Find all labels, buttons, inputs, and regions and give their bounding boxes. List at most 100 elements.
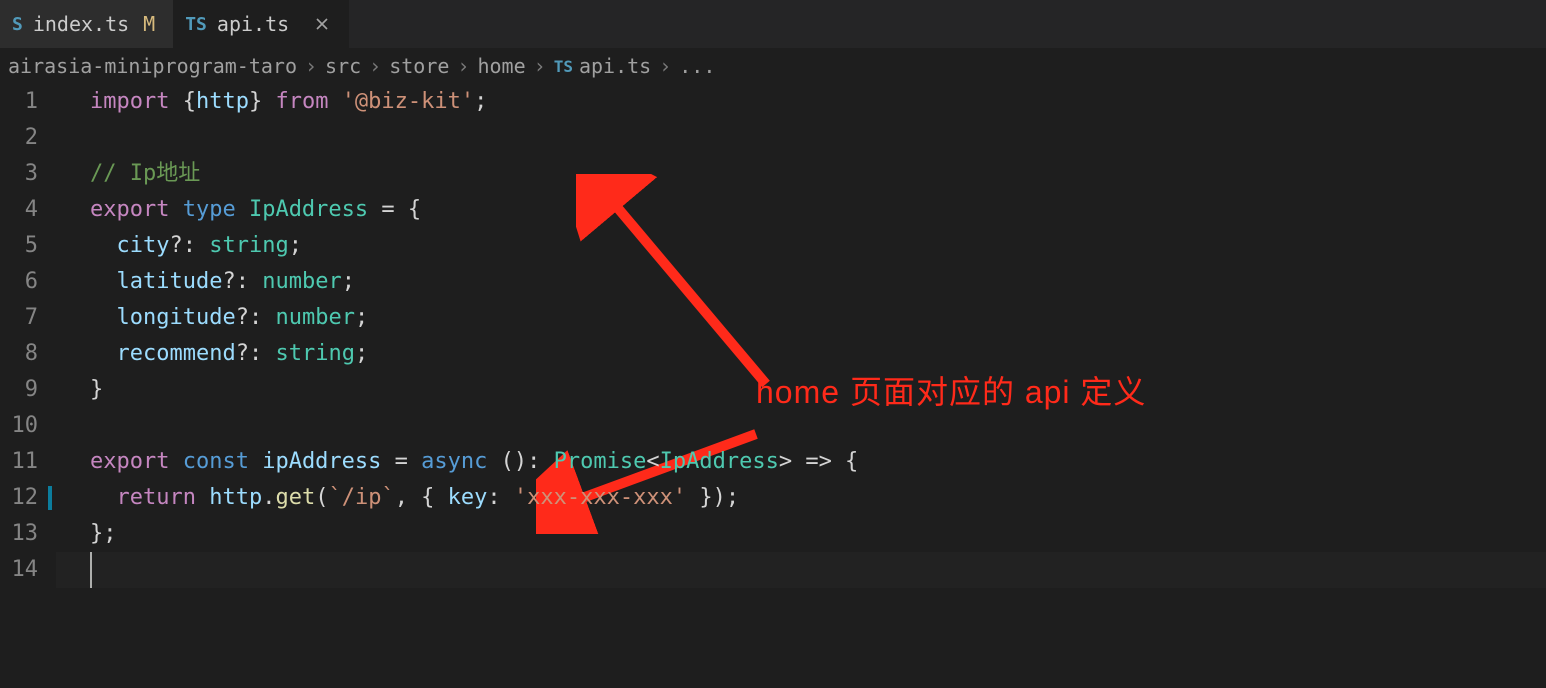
code-token: Promise <box>554 449 647 474</box>
code-line[interactable]: recommend?: string; <box>56 336 1546 372</box>
code-token: > => { <box>779 449 858 474</box>
code-token: string <box>275 341 354 366</box>
tab-label: index.ts <box>33 12 129 36</box>
code-token: ?: <box>169 233 209 258</box>
code-token: = { <box>368 197 421 222</box>
tab-api-ts[interactable]: TS api.ts <box>173 0 349 48</box>
line-number: 8 <box>0 336 38 372</box>
breadcrumb-segment[interactable]: store <box>389 54 449 78</box>
typescript-icon: TS <box>554 57 573 76</box>
code-token: ?: <box>222 269 262 294</box>
code-token: type <box>183 197 249 222</box>
code-token: key <box>448 485 488 510</box>
code-token: ; <box>474 89 487 114</box>
chevron-right-icon: › <box>305 54 317 78</box>
editor-tab-bar: S index.ts M TS api.ts <box>0 0 1546 48</box>
code-editor[interactable]: 1234567891011121314 home 页面对应的 api 定义 im… <box>0 84 1546 688</box>
code-token: }; <box>90 521 117 546</box>
code-token: ?: <box>236 305 276 330</box>
line-number: 14 <box>0 552 38 588</box>
code-token: // Ip地址 <box>90 161 200 186</box>
line-number: 9 <box>0 372 38 408</box>
tab-index-ts[interactable]: S index.ts M <box>0 0 173 48</box>
code-token: `/ip` <box>328 485 394 510</box>
code-token: ; <box>289 233 302 258</box>
line-number: 10 <box>0 408 38 444</box>
breadcrumb-segment[interactable]: airasia-miniprogram-taro <box>8 54 297 78</box>
code-token <box>90 269 117 294</box>
breadcrumb-trailing[interactable]: ... <box>679 54 715 78</box>
code-token: = <box>381 449 421 474</box>
code-line[interactable]: import {http} from '@biz-kit'; <box>56 84 1546 120</box>
code-token: recommend <box>117 341 236 366</box>
breadcrumb-file-label: api.ts <box>579 54 651 78</box>
code-token: ; <box>355 341 368 366</box>
breadcrumb-file[interactable]: TS api.ts <box>554 54 652 78</box>
code-token <box>90 233 117 258</box>
breadcrumb-segment[interactable]: src <box>325 54 361 78</box>
code-token: { <box>183 89 196 114</box>
chevron-right-icon: › <box>369 54 381 78</box>
code-line[interactable]: // Ip地址 <box>56 156 1546 192</box>
line-number: 6 <box>0 264 38 300</box>
code-token: number <box>262 269 341 294</box>
line-number: 7 <box>0 300 38 336</box>
code-token: get <box>275 485 315 510</box>
code-token: ; <box>342 269 355 294</box>
line-number-gutter: 1234567891011121314 <box>0 84 56 688</box>
code-token: return <box>117 485 210 510</box>
code-line[interactable]: }; <box>56 516 1546 552</box>
code-token <box>90 305 117 330</box>
code-token: ( <box>315 485 328 510</box>
code-token: 'xxx-xxx-xxx' <box>514 485 686 510</box>
code-line[interactable]: return http.get(`/ip`, { key: 'xxx-xxx-x… <box>56 480 1546 516</box>
code-area[interactable]: home 页面对应的 api 定义 import {http} from '@b… <box>56 84 1546 688</box>
code-line[interactable] <box>56 552 1546 588</box>
code-line[interactable]: export type IpAddress = { <box>56 192 1546 228</box>
typescript-icon: TS <box>185 14 207 35</box>
code-token: number <box>275 305 354 330</box>
close-icon[interactable] <box>313 15 331 33</box>
code-token: , { <box>395 485 448 510</box>
code-token: http <box>196 89 249 114</box>
code-line[interactable]: export const ipAddress = async (): Promi… <box>56 444 1546 480</box>
breadcrumb-segment[interactable]: home <box>477 54 525 78</box>
code-token: ; <box>355 305 368 330</box>
code-token: latitude <box>117 269 223 294</box>
code-token: ?: <box>236 341 276 366</box>
code-line[interactable]: city?: string; <box>56 228 1546 264</box>
code-token: (): <box>501 449 554 474</box>
line-number: 11 <box>0 444 38 480</box>
code-token <box>90 485 117 510</box>
tab-label: api.ts <box>217 12 289 36</box>
code-token: } <box>90 377 103 402</box>
code-token: ipAddress <box>262 449 381 474</box>
code-token: IpAddress <box>660 449 779 474</box>
code-line[interactable] <box>56 408 1546 444</box>
code-token: }); <box>686 485 739 510</box>
modified-indicator: M <box>143 12 155 36</box>
code-token: IpAddress <box>249 197 368 222</box>
chevron-right-icon: › <box>659 54 671 78</box>
line-number: 1 <box>0 84 38 120</box>
code-token: from <box>275 89 341 114</box>
line-number: 2 <box>0 120 38 156</box>
code-token <box>90 341 117 366</box>
code-token: : <box>487 485 514 510</box>
code-token: const <box>183 449 262 474</box>
breadcrumb[interactable]: airasia-miniprogram-taro › src › store ›… <box>0 48 1546 84</box>
code-line[interactable]: latitude?: number; <box>56 264 1546 300</box>
code-line[interactable]: } <box>56 372 1546 408</box>
typescript-icon: S <box>12 14 23 35</box>
code-token: export <box>90 449 183 474</box>
line-number: 3 <box>0 156 38 192</box>
code-token: export <box>90 197 183 222</box>
line-number: 13 <box>0 516 38 552</box>
chevron-right-icon: › <box>534 54 546 78</box>
line-number: 5 <box>0 228 38 264</box>
code-line[interactable] <box>56 120 1546 156</box>
code-token: import <box>90 89 183 114</box>
code-token: longitude <box>117 305 236 330</box>
code-line[interactable]: longitude?: number; <box>56 300 1546 336</box>
code-token: city <box>117 233 170 258</box>
